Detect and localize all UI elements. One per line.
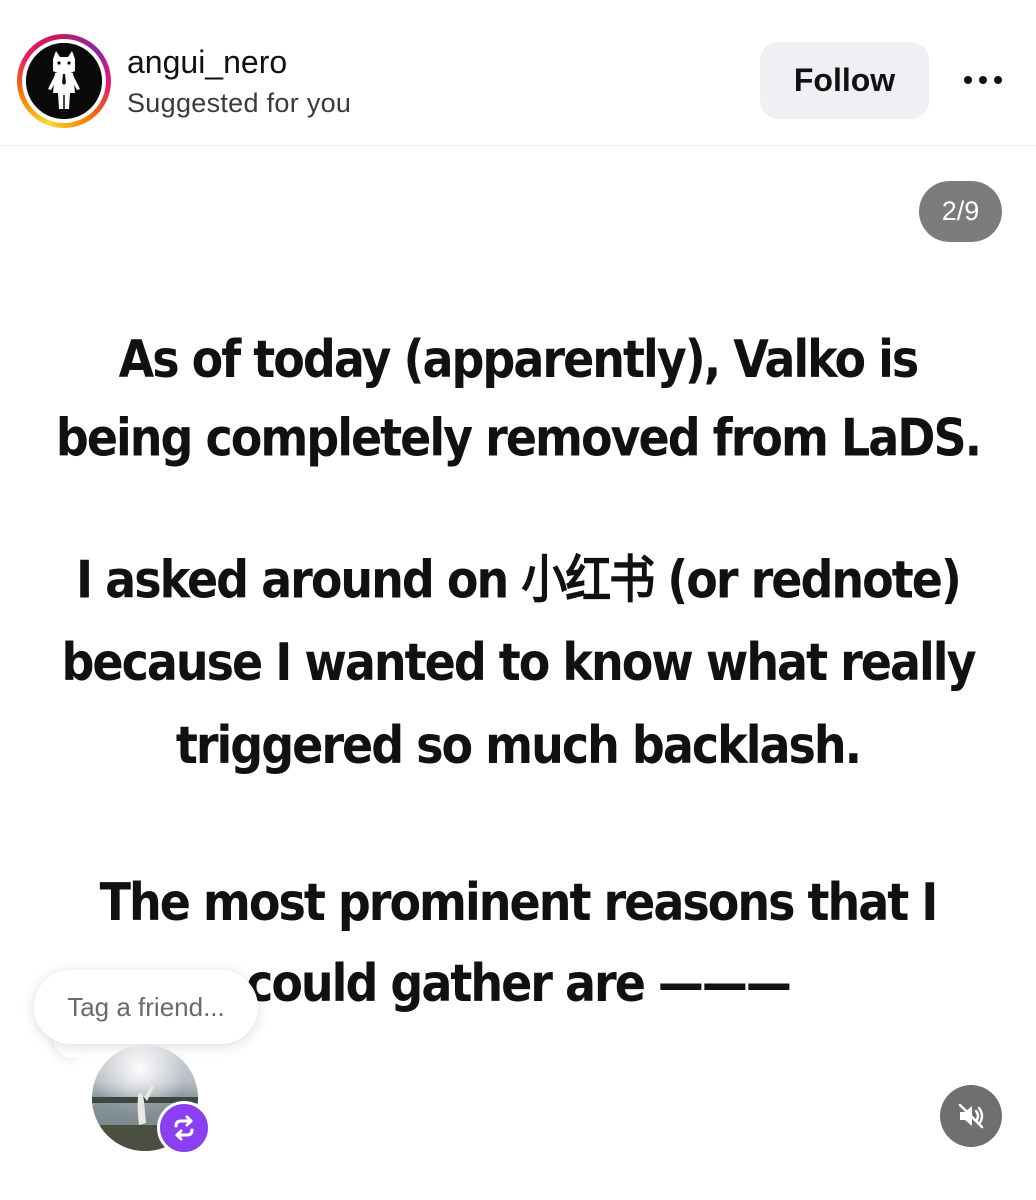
slide-line: triggered so much backlash. — [175, 714, 862, 776]
repost-icon — [174, 1115, 194, 1141]
slide-paragraph-1: As of today (apparently), Valko is being… — [40, 320, 996, 477]
user-avatar[interactable] — [26, 43, 102, 119]
mute-button[interactable] — [940, 1085, 1002, 1147]
carousel-counter: 2/9 — [919, 181, 1002, 242]
speaker-muted-icon — [958, 1103, 984, 1129]
slide-line: being completely removed from LaDS. — [55, 407, 982, 468]
follow-button[interactable]: Follow — [760, 42, 929, 119]
more-options-button[interactable] — [955, 58, 1011, 102]
repost-button[interactable] — [157, 1101, 211, 1155]
username[interactable]: angui_nero — [127, 44, 287, 81]
more-horizontal-icon — [964, 76, 1002, 84]
suggested-label: Suggested for you — [127, 88, 352, 118]
story-ring[interactable] — [17, 34, 111, 128]
tag-friend-input[interactable]: Tag a friend... — [34, 970, 258, 1044]
slide-line: because I wanted to know what really — [61, 632, 976, 693]
slide-line: The most prominent reasons that I — [99, 872, 939, 933]
cat-figure-icon — [26, 43, 102, 119]
slide-line: As of today (apparently), Valko is — [118, 328, 920, 390]
slide-line: I asked around on 小红书 (or rednote) — [76, 549, 962, 610]
post-header: angui_nero Suggested for you Follow — [0, 0, 1036, 146]
slide-paragraph-2: I asked around on 小红书 (or rednote) becau… — [40, 538, 996, 787]
